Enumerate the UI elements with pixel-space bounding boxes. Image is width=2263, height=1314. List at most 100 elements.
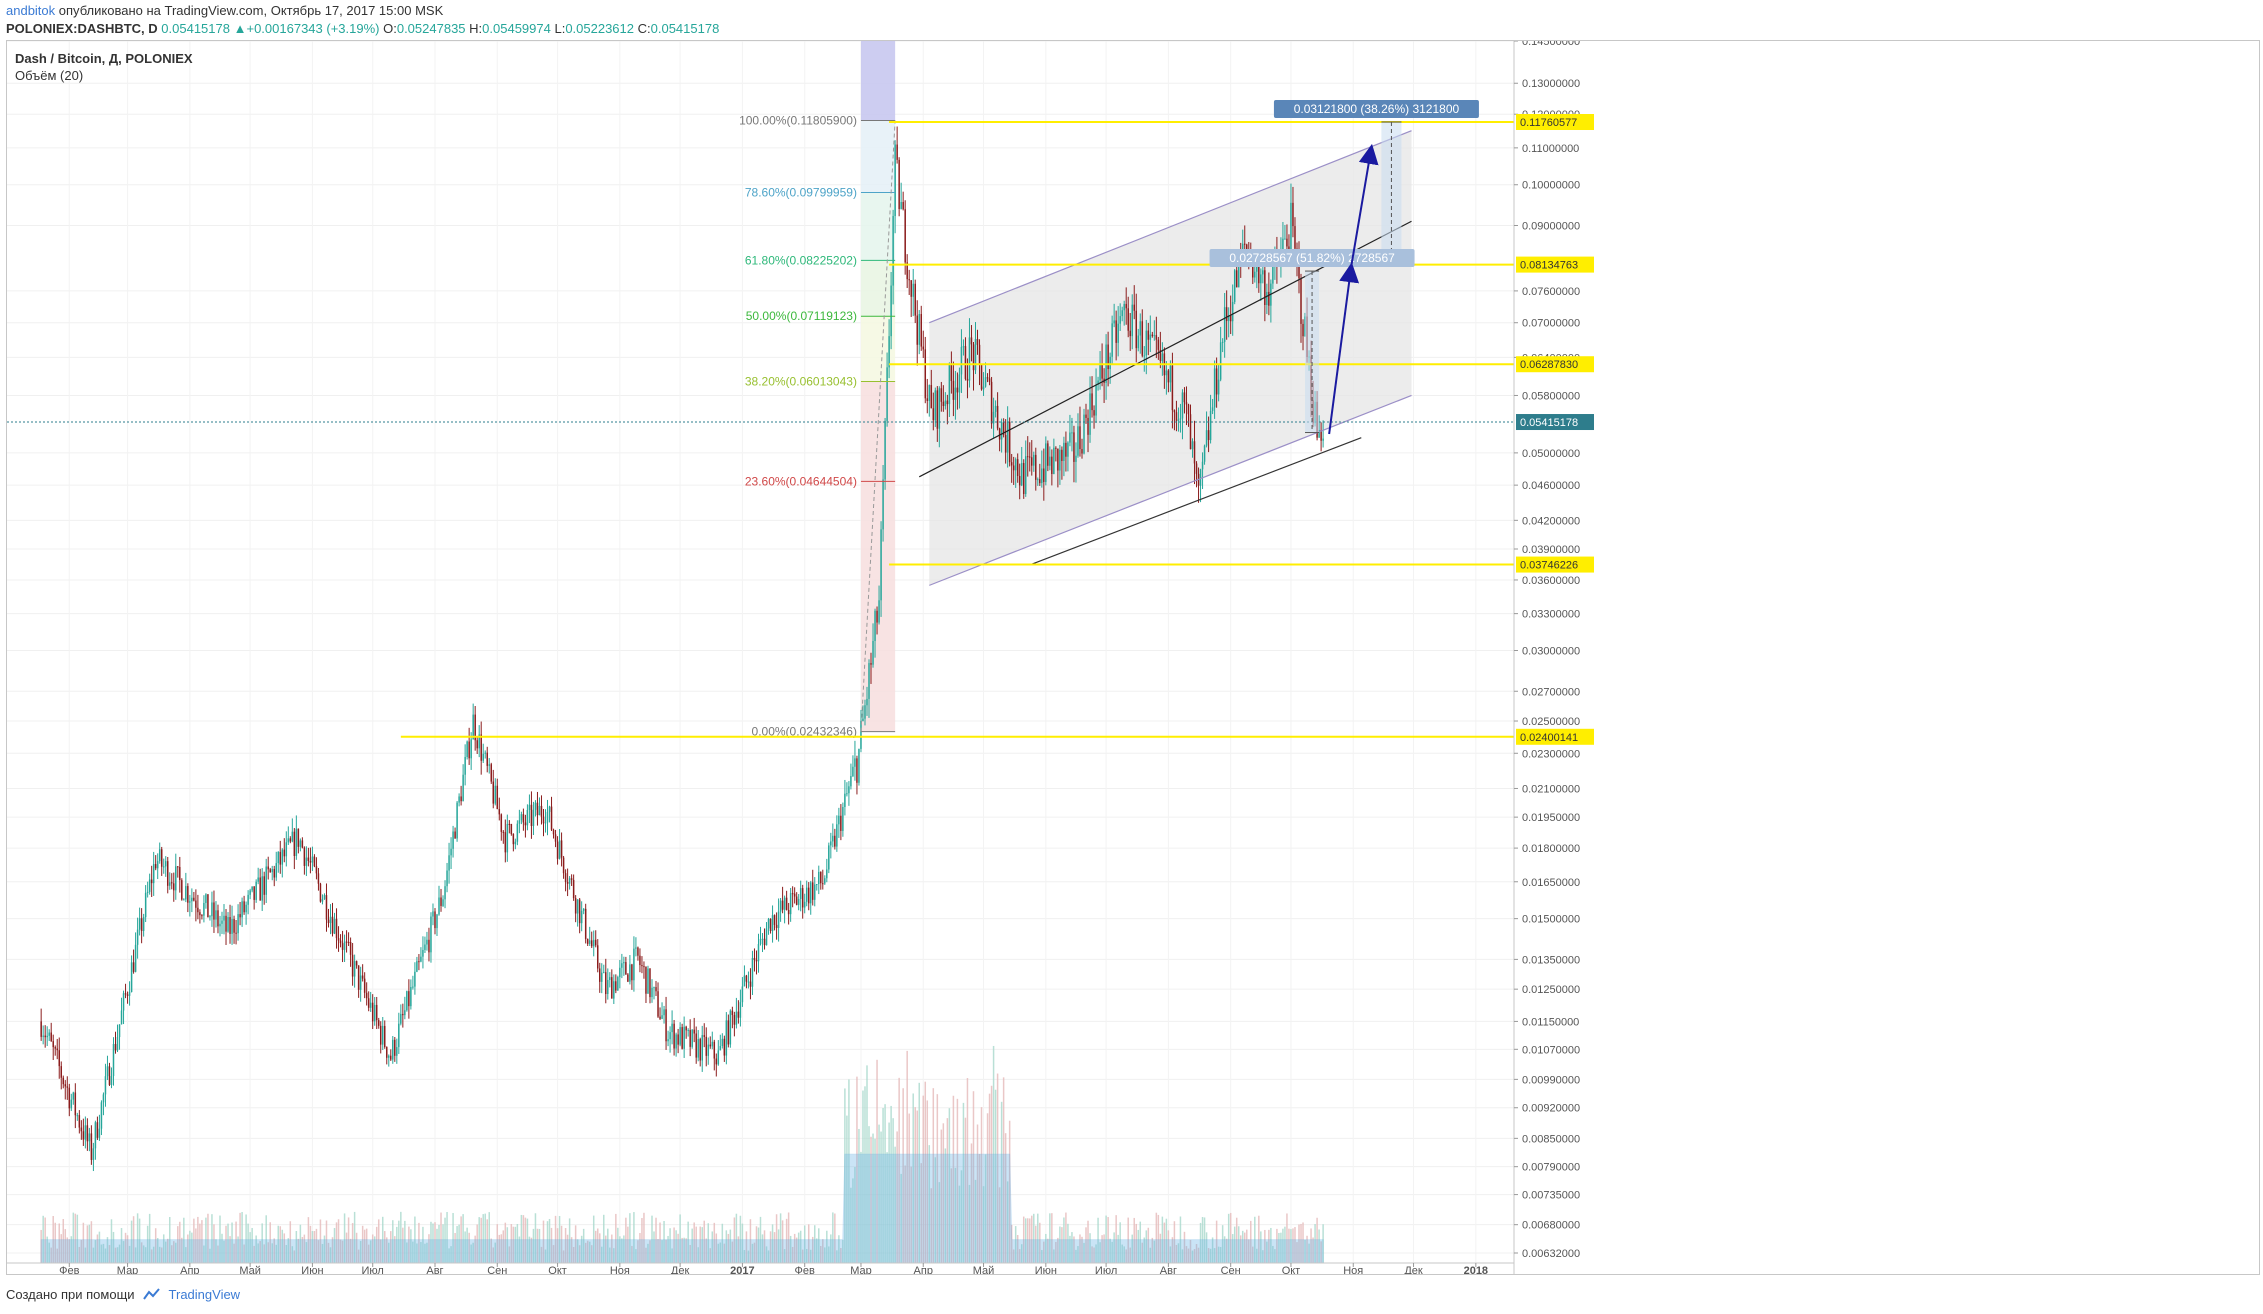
time-tick-label: Авг: [426, 1265, 443, 1274]
candle-body: [215, 910, 217, 920]
candle-body: [408, 991, 410, 1007]
candle-body: [1115, 320, 1117, 343]
candle-body: [1191, 441, 1194, 450]
candle-body: [1225, 307, 1228, 322]
candle-body: [1129, 330, 1131, 337]
candle-body: [164, 861, 167, 867]
candle-body: [1169, 365, 1172, 383]
candle-body: [1035, 454, 1037, 480]
candle-body: [520, 814, 523, 821]
candle-body: [1006, 421, 1009, 453]
candle-body: [968, 337, 971, 381]
candle-body: [205, 894, 207, 903]
candle-body: [954, 387, 957, 400]
candle-body: [1286, 238, 1288, 247]
candle-body: [512, 834, 515, 845]
candle-body: [1073, 432, 1075, 462]
candle-body: [357, 965, 360, 990]
candle-body: [1195, 463, 1198, 474]
price-tick-label: 0.05000000: [1522, 448, 1580, 460]
tradingview-logo-icon: [142, 1288, 160, 1300]
candle-body: [1047, 443, 1049, 466]
candle-body: [110, 1076, 113, 1085]
candle-body: [741, 986, 744, 1003]
candle-body: [914, 283, 916, 316]
candle-body: [1033, 454, 1035, 466]
candle-body: [1145, 330, 1148, 356]
candle-body: [554, 834, 557, 842]
candle-body: [251, 886, 253, 891]
candle-body: [177, 866, 179, 868]
price-tick-label: 0.10000000: [1522, 180, 1580, 192]
author-link[interactable]: andbitok: [6, 3, 55, 18]
ohlc-line: POLONIEX:DASHBTC, D 0.05415178 ▲+0.00167…: [6, 21, 719, 36]
candle-body: [759, 938, 762, 945]
candle-body: [52, 1041, 54, 1048]
candle-body: [1123, 303, 1125, 311]
candle-body: [193, 897, 195, 901]
candle-body: [803, 901, 806, 908]
candle-body: [729, 1010, 732, 1045]
volume-pane: [40, 1045, 1324, 1264]
candle-body: [239, 914, 241, 918]
candle-body: [623, 962, 625, 964]
candle-body: [1157, 339, 1160, 350]
price-axis: 0.145000000.130000000.120000000.11000000…: [1513, 41, 2259, 1274]
candle-body: [442, 899, 444, 906]
price-chart[interactable]: 100.00%(0.11805900) 78.60%(0.09799959) 61.…: [7, 41, 2259, 1274]
candle-body: [615, 981, 617, 991]
candle-body: [787, 910, 790, 915]
candle-body: [603, 972, 605, 974]
measure-label: 0.03121800 (38.26%) 3121800: [1294, 102, 1460, 116]
candle-body: [229, 917, 231, 934]
candle-body: [231, 918, 233, 934]
candle-body: [838, 815, 840, 825]
candle-body: [942, 401, 945, 407]
candle-body: [661, 1015, 663, 1019]
candle-body: [609, 977, 611, 980]
candle-body: [329, 916, 332, 924]
tradingview-link[interactable]: TradingView: [169, 1287, 241, 1302]
candle-body: [783, 897, 786, 910]
candle-body: [966, 378, 969, 381]
candle-body: [40, 1021, 42, 1037]
candle-body: [916, 315, 918, 345]
candle-body: [412, 986, 414, 988]
price-change: +0.00167343 (+3.19%): [246, 21, 380, 36]
candle-body: [850, 776, 852, 787]
candle-body: [468, 741, 470, 759]
candle-body: [568, 878, 571, 884]
candle-body: [769, 918, 772, 932]
chart-frame[interactable]: 100.00%(0.11805900) 78.60%(0.09799959) 61.…: [6, 40, 2260, 1275]
candle-body: [96, 1122, 99, 1138]
candle-body: [611, 977, 613, 999]
candle-body: [637, 947, 639, 956]
last-price-tag-label: 0.05415178: [1520, 417, 1578, 429]
candle-body: [1121, 310, 1123, 317]
candle-body: [789, 893, 792, 915]
candle-body: [1081, 449, 1083, 454]
candle-body: [844, 793, 846, 808]
candle-body: [556, 841, 559, 859]
candle-body: [462, 774, 464, 802]
candle-body: [767, 918, 770, 929]
price-axis-bg: [1515, 41, 2259, 1274]
price-tick-label: 0.00632000: [1522, 1248, 1580, 1260]
candle-body: [48, 1032, 50, 1036]
footer: Создано при помощи TradingView: [6, 1283, 240, 1305]
candle-body: [377, 1020, 380, 1026]
price-tick-label: 0.05800000: [1522, 390, 1580, 402]
candle-body: [944, 400, 947, 407]
candle-body: [1133, 304, 1135, 311]
candle-body: [44, 1035, 46, 1038]
candle-body: [1087, 417, 1089, 435]
candle-body: [130, 962, 133, 992]
candle-body: [275, 863, 278, 878]
candle-body: [335, 918, 338, 939]
candle-body: [265, 866, 267, 895]
candle-body: [532, 809, 535, 826]
candle-body: [506, 823, 509, 853]
candle-body: [586, 938, 589, 944]
candle-body: [1053, 447, 1055, 474]
candle-body: [635, 947, 637, 949]
